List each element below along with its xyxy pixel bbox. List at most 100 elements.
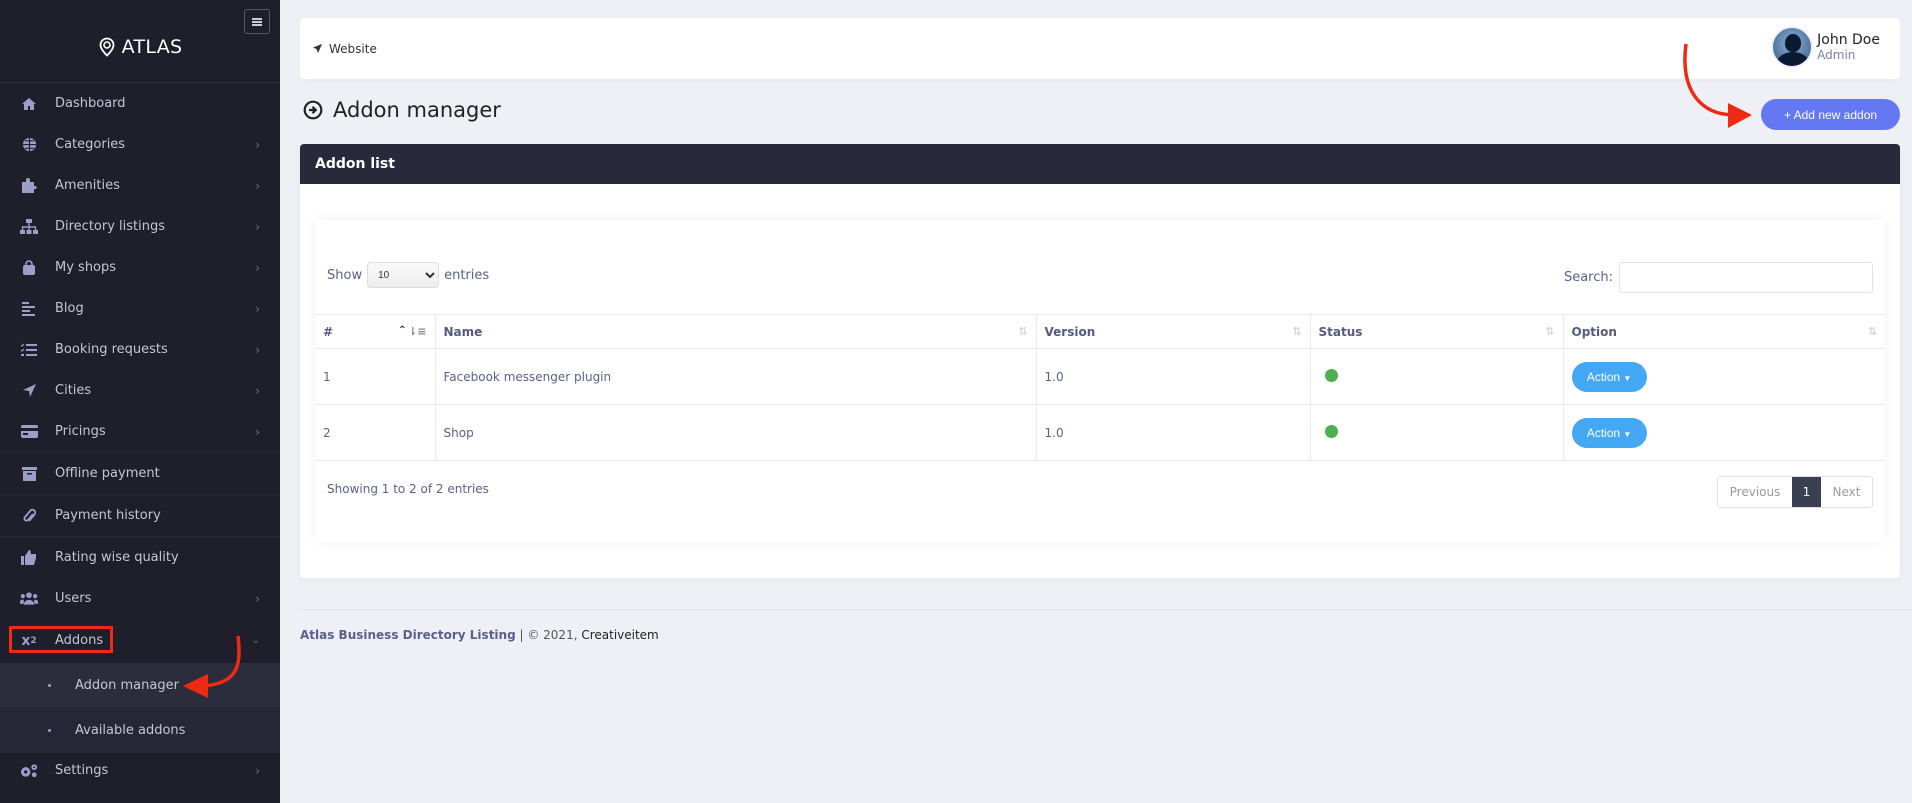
action-dropdown-button[interactable]: Action ▼ xyxy=(1571,361,1647,392)
sidebar-item-label: Categories xyxy=(55,137,126,152)
table-row: 2 Shop 1.0 Action ▼ xyxy=(315,404,1885,461)
table-row: 1 Facebook messenger plugin 1.0 Action ▼ xyxy=(315,348,1885,405)
chevron-right-icon: › xyxy=(255,342,260,357)
page-length-select[interactable]: 10 xyxy=(367,262,440,288)
submenu-item-label: Available addons xyxy=(75,722,186,738)
user-name: John Doe xyxy=(1817,32,1880,48)
submenu-item-addon-manager[interactable]: Addon manager xyxy=(0,663,280,707)
footer-product: Atlas Business Directory Listing xyxy=(300,628,516,642)
pagination-previous[interactable]: Previous xyxy=(1718,477,1792,507)
table-header-row: # ⌃ ⇂≡ Name ⇅ Version ⇅ Status ⇅ Option ⇅ xyxy=(315,314,1885,349)
column-header-version[interactable]: Version ⇅ xyxy=(1035,314,1310,349)
footer-divider xyxy=(300,609,1912,610)
action-label: Action xyxy=(1586,425,1621,440)
brand-logo[interactable]: ATLAS xyxy=(0,36,280,58)
sidebar-item-categories[interactable]: Categories › xyxy=(0,124,280,165)
sidebar-item-booking-requests[interactable]: Booking requests › xyxy=(0,329,280,370)
sidebar-toggle-button[interactable] xyxy=(244,9,270,34)
sidebar-item-label: Payment history xyxy=(55,508,161,523)
cell-status xyxy=(1309,404,1563,461)
cell-option: Action ▼ xyxy=(1562,348,1885,405)
pagination-next[interactable]: Next xyxy=(1821,477,1872,507)
sidebar-item-dashboard[interactable]: Dashboard xyxy=(0,83,280,124)
cell-version: 1.0 xyxy=(1035,404,1310,461)
location-arrow-icon xyxy=(20,383,38,399)
cell-name: Shop xyxy=(434,404,1036,461)
thumbs-up-icon xyxy=(20,550,38,566)
submenu-item-label: Addon manager xyxy=(75,677,179,693)
chevron-right-icon: › xyxy=(255,301,260,316)
search-label: Search: xyxy=(1563,270,1613,285)
chevron-down-icon: ⌄ xyxy=(251,635,260,646)
sidebar-item-users[interactable]: Users › xyxy=(0,578,280,619)
sitemap-icon xyxy=(20,219,38,235)
caret-down-icon: ▼ xyxy=(1623,373,1632,383)
search-input[interactable] xyxy=(1619,262,1873,293)
arrow-circle-right-icon xyxy=(303,100,323,120)
column-header-status[interactable]: Status ⇅ xyxy=(1309,314,1563,349)
home-icon xyxy=(20,96,38,112)
user-menu[interactable]: John Doe Admin xyxy=(1771,26,1880,68)
card-header: Addon list xyxy=(300,144,1900,184)
sort-icon: ⇅ xyxy=(1867,325,1877,338)
column-header-option[interactable]: Option ⇅ xyxy=(1562,314,1885,349)
page-title: Addon manager xyxy=(303,98,501,122)
sidebar-item-label: My shops xyxy=(55,260,117,275)
addon-table: # ⌃ ⇂≡ Name ⇅ Version ⇅ Status ⇅ Option ⇅ 1 Fa… xyxy=(315,314,1885,461)
paper-plane-icon xyxy=(312,43,323,54)
sidebar-item-label: Settings xyxy=(55,763,109,778)
column-header-index[interactable]: # ⌃ ⇂≡ xyxy=(315,314,435,349)
align-left-icon xyxy=(20,301,38,317)
sidebar-item-settings[interactable]: Settings › xyxy=(0,750,280,791)
archive-icon xyxy=(20,466,38,482)
sidebar-item-my-shops[interactable]: My shops › xyxy=(0,247,280,288)
sidebar-item-pricings[interactable]: Pricings › xyxy=(0,411,280,452)
bullet-icon xyxy=(48,728,51,732)
sidebar-item-directory-listings[interactable]: Directory listings › xyxy=(0,206,280,247)
top-header: Website John Doe Admin xyxy=(300,18,1900,79)
sidebar-item-blog[interactable]: Blog › xyxy=(0,288,280,329)
chevron-right-icon: › xyxy=(255,763,260,778)
action-dropdown-button[interactable]: Action ▼ xyxy=(1571,417,1647,448)
footer: Atlas Business Directory Listing | © 202… xyxy=(300,628,659,642)
status-active-icon xyxy=(1324,368,1338,382)
shopping-bag-icon xyxy=(20,259,38,276)
footer-company-link[interactable]: Creativeitem xyxy=(581,628,658,642)
page-title-text: Addon manager xyxy=(333,98,501,122)
column-header-name[interactable]: Name ⇅ xyxy=(434,314,1036,349)
cell-option: Action ▼ xyxy=(1562,404,1885,461)
sort-asc-icon: ⌃ xyxy=(398,325,407,336)
cell-index: 1 xyxy=(315,348,435,405)
footer-copyright: | © 2021, xyxy=(515,628,582,642)
tasks-icon xyxy=(20,342,38,358)
sort-icon: ⇅ xyxy=(1545,325,1555,338)
sidebar-item-label: Cities xyxy=(55,383,92,398)
sidebar-item-label: Directory listings xyxy=(55,219,166,234)
website-link[interactable]: Website xyxy=(312,18,377,79)
sidebar-item-cities[interactable]: Cities › xyxy=(0,370,280,411)
sidebar-item-rating-wise-quality[interactable]: Rating wise quality xyxy=(0,537,280,578)
chevron-right-icon: › xyxy=(255,178,260,193)
sidebar-item-amenities[interactable]: Amenities › xyxy=(0,165,280,206)
chevron-right-icon: › xyxy=(255,591,260,606)
cell-index: 2 xyxy=(315,404,435,461)
sidebar-item-offline-payment[interactable]: Offline payment xyxy=(0,453,280,494)
sidebar-item-payment-history[interactable]: Payment history xyxy=(0,495,280,536)
puzzle-icon xyxy=(20,178,38,194)
sidebar-item-label: Amenities xyxy=(55,178,120,193)
user-role: Admin xyxy=(1817,48,1856,62)
column-header-label: Option xyxy=(1571,324,1617,339)
submenu-item-available-addons[interactable]: Available addons xyxy=(0,708,280,752)
add-new-addon-button[interactable]: + Add new addon xyxy=(1761,99,1900,130)
column-header-label: Version xyxy=(1044,324,1096,339)
chevron-right-icon: › xyxy=(255,219,260,234)
show-label: Show xyxy=(327,267,363,283)
cogs-icon xyxy=(20,763,38,779)
cell-version: 1.0 xyxy=(1035,348,1310,405)
sort-icon: ⇅ xyxy=(1292,325,1302,338)
pagination-page[interactable]: 1 xyxy=(1792,477,1821,507)
sort-icon: ⇂≡ xyxy=(408,325,427,338)
chevron-right-icon: › xyxy=(255,383,260,398)
datatable-wrapper: Show 10 entries Search: # ⌃ ⇂≡ Name ⇅ Versi… xyxy=(315,220,1885,542)
annotation-highlight-box xyxy=(9,626,113,653)
